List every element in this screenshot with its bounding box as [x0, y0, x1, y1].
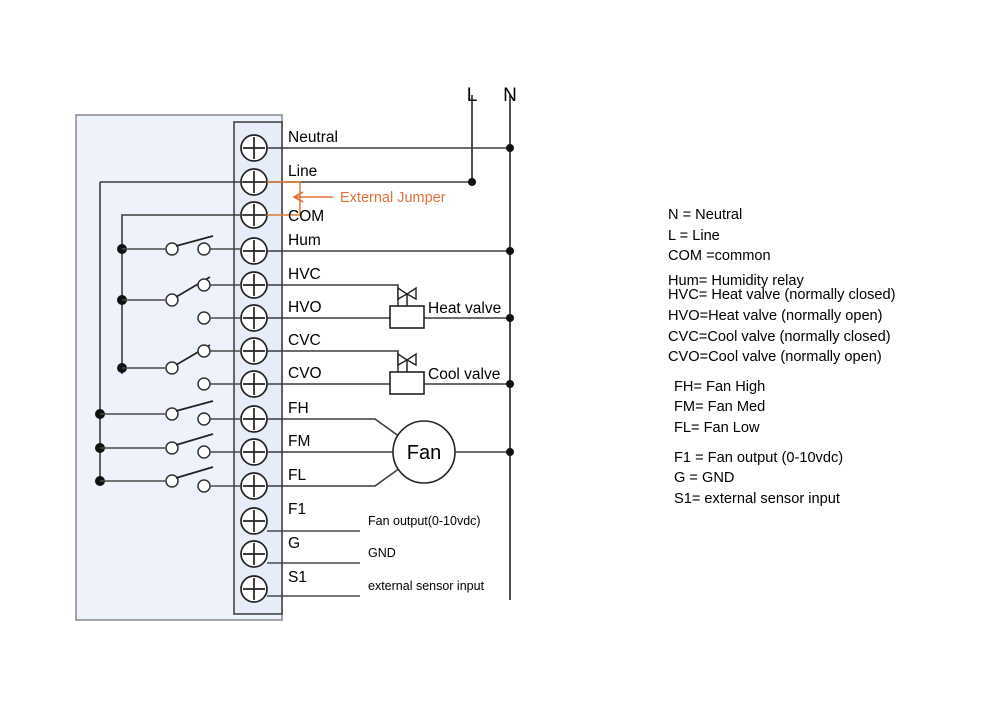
switch-contact-fm — [197, 445, 211, 459]
switch-pivot-heat[interactable] — [165, 293, 179, 307]
screw-terminal-f1[interactable] — [240, 507, 268, 535]
cool-valve-actuator-left-icon — [397, 352, 409, 367]
rail-label-N: N — [503, 85, 517, 106]
terminal-label-hvo: HVO — [288, 299, 322, 316]
legend-line-fm: FM= Fan Med — [674, 399, 766, 416]
legend-line-s1: S1= external sensor input — [674, 490, 840, 507]
legend-line-hvo: HVO=Heat valve (normally open) — [668, 307, 883, 324]
cool-valve-label: Cool valve — [428, 366, 500, 383]
switch-pivot-fm[interactable] — [165, 441, 179, 455]
screw-terminal-hum[interactable] — [240, 237, 268, 265]
legend-line-com: COM =common — [668, 248, 771, 265]
terminal-label-f1: F1 — [288, 501, 306, 518]
legend-line-l: L = Line — [668, 227, 720, 244]
terminal-label-com: COM — [288, 208, 324, 225]
legend-panel: N = Neutral L = Line COM =common Hum= Hu… — [668, 208, 988, 506]
wiring-diagram: L N External Jumper Neutral Line COM Hum… — [0, 0, 1000, 705]
terminal-label-s1: S1 — [288, 569, 307, 586]
external-jumper-label: External Jumper — [340, 190, 446, 206]
legend-line-cvo: CVO=Cool valve (normally open) — [668, 349, 882, 366]
legend-group-fan: FH= Fan High FM= Fan Med FL= Fan Low — [668, 380, 988, 436]
switch-contact-cvo — [197, 377, 211, 391]
screw-terminal-cvo[interactable] — [240, 370, 268, 398]
switch-pivot-fh[interactable] — [165, 407, 179, 421]
screw-terminal-neutral[interactable] — [240, 134, 268, 162]
terminal-label-hvc: HVC — [288, 266, 321, 283]
junction-dot-neutral — [506, 144, 514, 152]
terminal-label-neutral: Neutral — [288, 129, 338, 146]
junction-dot-cool-valve — [506, 380, 514, 388]
screw-terminal-cvc[interactable] — [240, 337, 268, 365]
terminal-label-line: Line — [288, 163, 317, 180]
junction-dot-hum — [506, 247, 514, 255]
junction-dot-heat-valve — [506, 314, 514, 322]
junction-dot-fan — [506, 448, 514, 456]
switch-contact-fl — [197, 479, 211, 493]
switch-contact-cvc — [197, 344, 211, 358]
cool-valve-body-icon — [389, 371, 425, 395]
legend-group-relays: Hum= Humidity relay HVC= Heat valve (nor… — [668, 274, 988, 365]
legend-line-hvc: HVC= Heat valve (normally closed) — [668, 287, 896, 304]
signal-label-g: GND — [368, 546, 396, 560]
screw-terminal-fl[interactable] — [240, 472, 268, 500]
screw-terminal-fm[interactable] — [240, 438, 268, 466]
fan-label: Fan — [407, 442, 441, 464]
screw-terminal-hvo[interactable] — [240, 304, 268, 332]
heat-valve-actuator-left-icon — [397, 286, 409, 301]
terminal-label-cvc: CVC — [288, 332, 321, 349]
screw-terminal-fh[interactable] — [240, 405, 268, 433]
rail-label-L: L — [467, 85, 478, 106]
switch-pivot-hum[interactable] — [165, 242, 179, 256]
legend-group-io: F1 = Fan output (0-10vdc) G = GND S1= ex… — [668, 449, 988, 507]
wire-fh — [267, 418, 401, 438]
heat-valve-label: Heat valve — [428, 300, 501, 317]
terminal-label-fm: FM — [288, 433, 310, 450]
legend-line-hum: Hum= Humidity relay — [668, 272, 804, 289]
wire-hvc — [267, 284, 399, 318]
switch-pivot-fl[interactable] — [165, 474, 179, 488]
legend-line-g: G = GND — [674, 470, 735, 487]
legend-line-fh: FH= Fan High — [674, 378, 766, 395]
wire-fl — [267, 467, 401, 487]
heat-valve-actuator-right-icon — [405, 286, 417, 301]
terminal-label-cvo: CVO — [288, 365, 322, 382]
terminal-label-g: G — [288, 535, 300, 552]
terminal-label-fl: FL — [288, 467, 306, 484]
legend-line-cvc: CVC=Cool valve (normally closed) — [668, 328, 891, 345]
screw-terminal-s1[interactable] — [240, 575, 268, 603]
legend-line-f1: F1 = Fan output (0-10vdc) — [674, 449, 844, 466]
switch-contact-hvc — [197, 278, 211, 292]
terminal-label-hum: Hum — [288, 232, 321, 249]
legend-group-power: N = Neutral L = Line COM =common — [668, 208, 988, 264]
signal-label-s1: external sensor input — [368, 579, 485, 593]
junction-dot-line — [468, 178, 476, 186]
terminal-block — [233, 121, 283, 615]
legend-line-n: N = Neutral — [668, 207, 743, 223]
screw-terminal-hvc[interactable] — [240, 271, 268, 299]
switch-pivot-cool[interactable] — [165, 361, 179, 375]
switch-contact-hvo — [197, 311, 211, 325]
switch-contact-hum — [197, 242, 211, 256]
switch-contact-fh — [197, 412, 211, 426]
terminal-label-fh: FH — [288, 400, 309, 417]
heat-valve-body-icon — [389, 305, 425, 329]
cool-valve-actuator-right-icon — [405, 352, 417, 367]
legend-line-fl: FL= Fan Low — [674, 419, 760, 436]
wire-cvc — [267, 350, 399, 384]
signal-label-f1: Fan output(0-10vdc) — [368, 514, 481, 528]
screw-terminal-g[interactable] — [240, 540, 268, 568]
